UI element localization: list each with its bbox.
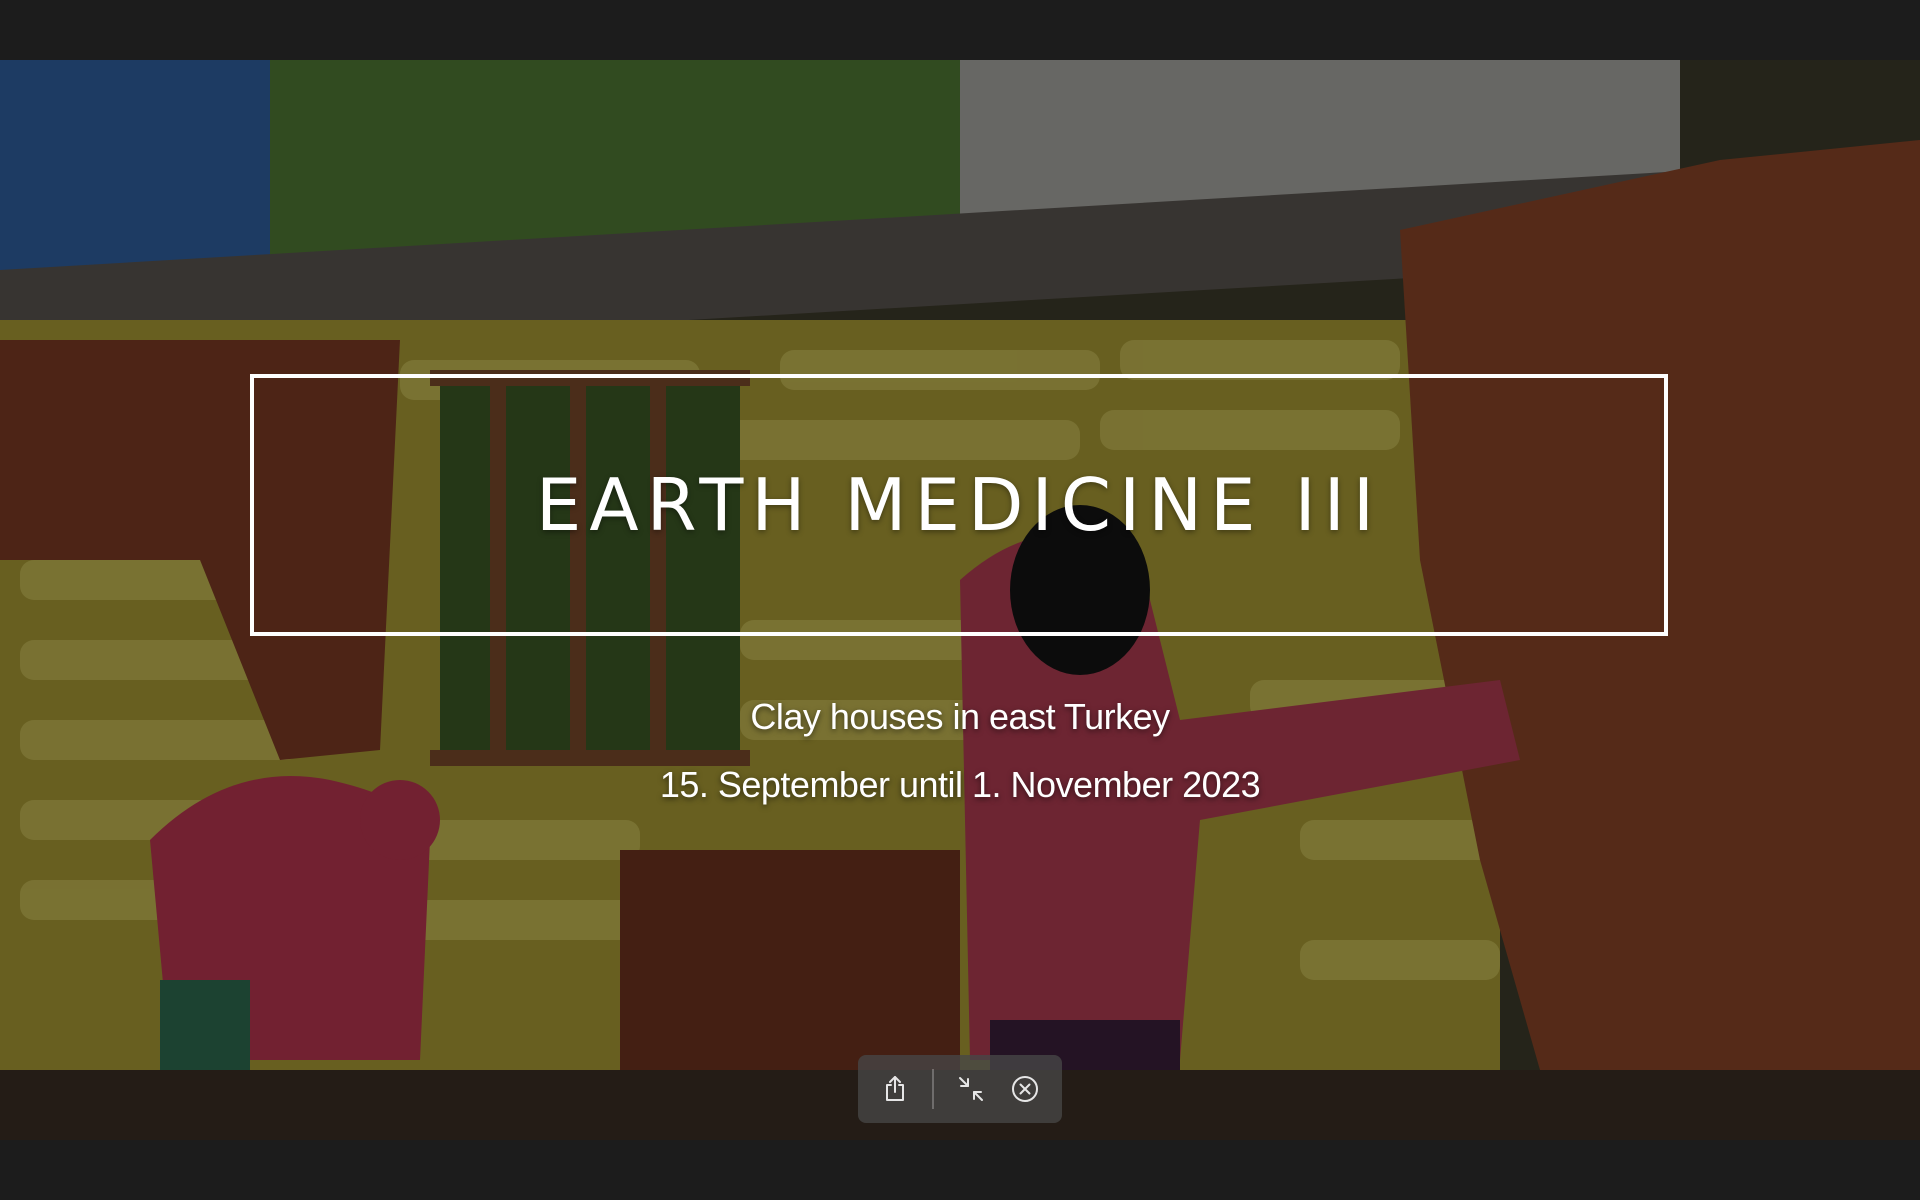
toolbar-separator: [932, 1069, 934, 1109]
exit-fullscreen-button[interactable]: [944, 1062, 998, 1116]
fullscreen-viewer: EARTH MEDICINE III Clay houses in east T…: [0, 0, 1920, 1200]
slide-title: EARTH MEDICINE III: [535, 463, 1383, 547]
title-frame: EARTH MEDICINE III: [250, 374, 1668, 636]
share-icon: [886, 1076, 904, 1101]
close-circle-icon: [1012, 1076, 1038, 1102]
slide-subtitle: Clay houses in east Turkey: [750, 696, 1170, 737]
viewer-toolbar: [858, 1055, 1062, 1123]
share-button[interactable]: [868, 1062, 922, 1116]
collapse-arrows-icon: [959, 1077, 983, 1101]
slide-dates: 15. September until 1. November 2023: [659, 764, 1261, 805]
close-button[interactable]: [998, 1062, 1052, 1116]
